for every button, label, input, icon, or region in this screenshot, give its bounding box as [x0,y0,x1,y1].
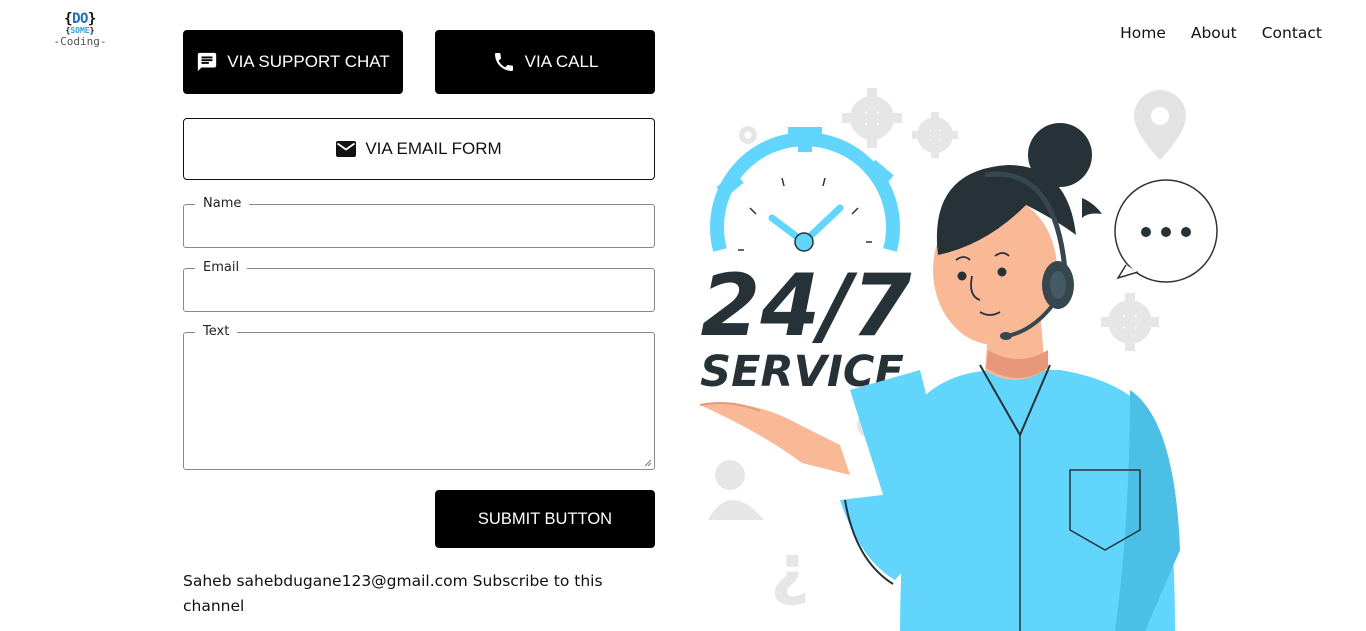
resize-handle-icon[interactable] [644,459,652,467]
call-button[interactable]: VIA CALL [435,30,655,94]
text-fieldset: Text [183,324,655,470]
gear-icon [912,112,958,158]
gear-icon [1101,293,1159,351]
submit-button[interactable]: SUBMIT BUTTON [435,490,655,548]
gear-icon [842,88,902,148]
nav-contact[interactable]: Contact [1262,24,1322,42]
speech-bubble-icon [1114,179,1218,283]
call-label: VIA CALL [524,52,599,71]
name-label: Name [195,196,250,211]
email-input[interactable] [184,269,654,311]
phone-icon [494,53,513,71]
mail-icon [336,141,357,157]
email-form-label: VIA EMAIL FORM [365,139,502,158]
support-chat-button[interactable]: VIA SUPPORT CHAT [183,30,403,94]
support-chat-label: VIA SUPPORT CHAT [227,52,390,71]
footer-credit: Saheb sahebdugane123@gmail.com Subscribe… [183,572,603,615]
support-agent-illustration: ? 24/7 SERVICE [699,88,1218,631]
chat-icon [198,52,217,72]
logo-line-coding: -Coding- [53,35,107,48]
name-input[interactable] [184,205,654,247]
question-mark-icon: ? [771,538,810,617]
name-fieldset: Name [183,196,655,248]
email-form-button[interactable]: VIA EMAIL FORM [183,118,655,180]
text-label: Text [195,324,238,339]
text-textarea[interactable] [184,333,654,469]
nav-about[interactable]: About [1191,24,1237,42]
user-icon [708,460,764,520]
top-nav: Home About Contact [1120,24,1322,42]
logo-line-do: {DO} [64,11,96,27]
site-logo[interactable]: {DO} {SOME} -Coding- [52,12,108,47]
nav-home[interactable]: Home [1120,24,1166,42]
email-fieldset: Email [183,260,655,312]
email-label: Email [195,260,248,275]
logo-line-some: {SOME} [65,26,95,35]
gear-icon [739,126,757,144]
submit-label: SUBMIT BUTTON [477,509,613,528]
service-headline: 24/7 [701,256,912,356]
